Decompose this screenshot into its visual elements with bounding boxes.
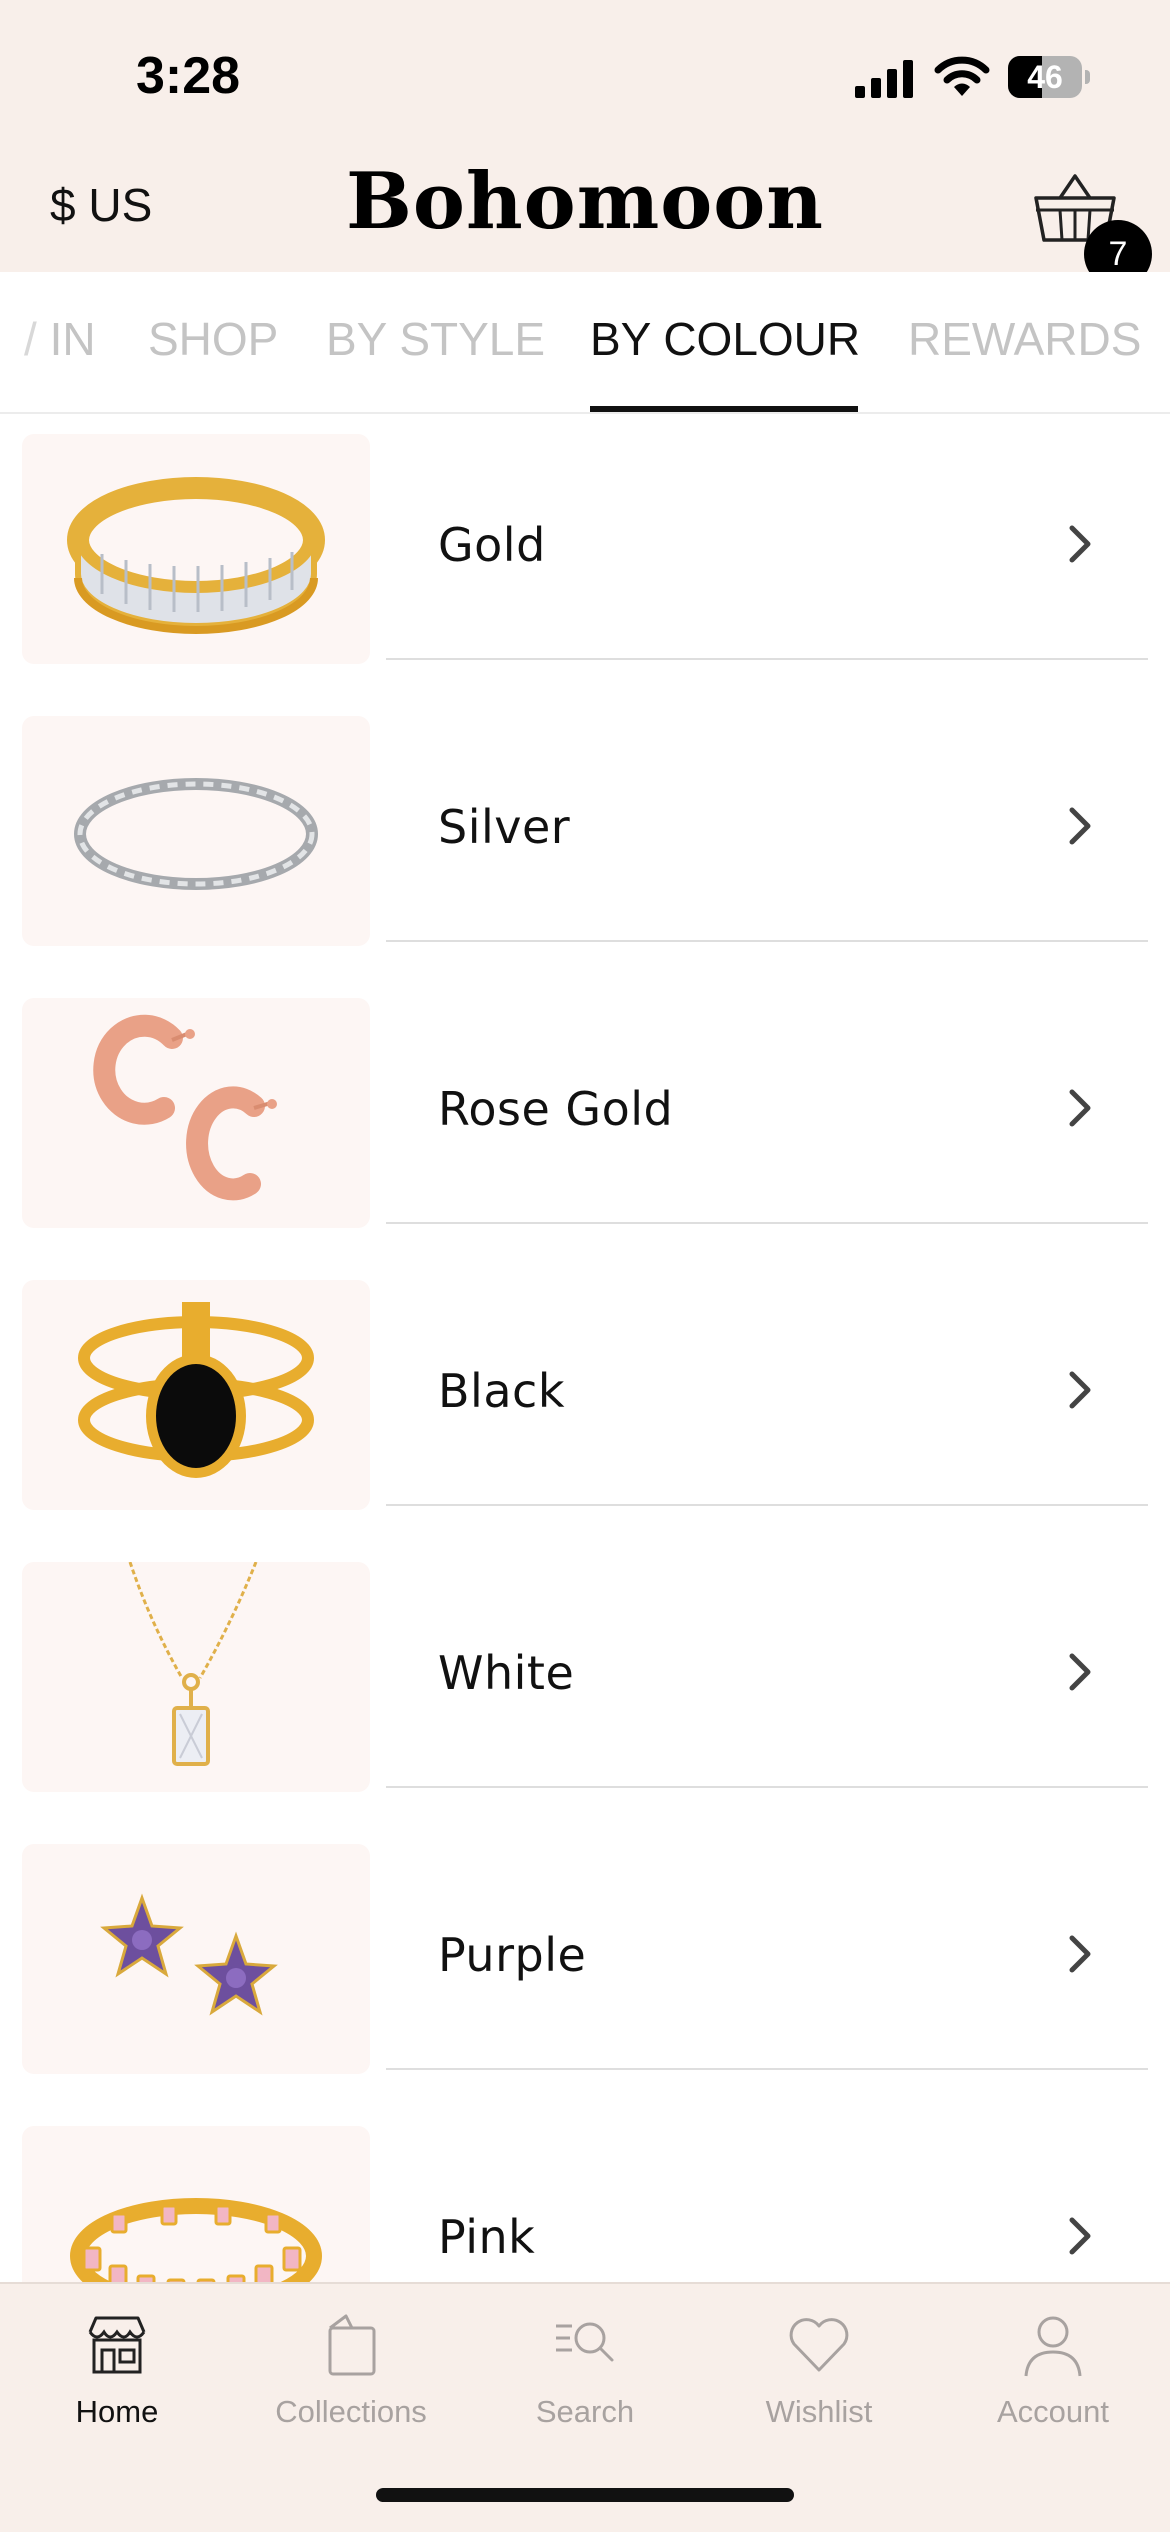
chevron-right-icon xyxy=(1069,2217,1091,2255)
divider xyxy=(386,940,1148,942)
silver-bangle-thumbnail xyxy=(22,716,370,946)
pink-stone-ring-thumbnail xyxy=(22,2126,370,2282)
divider xyxy=(386,1222,1148,1224)
store-icon xyxy=(88,2316,146,2374)
rose-gold-hoops-thumbnail xyxy=(22,998,370,1228)
list-item-purple[interactable]: Purple xyxy=(0,1824,1170,2106)
list-item-pink[interactable]: Pink xyxy=(0,2106,1170,2282)
list-item-rose-gold[interactable]: Rose Gold xyxy=(0,978,1170,1260)
nav-home[interactable]: Home xyxy=(0,2284,234,2454)
nav-label: Collections xyxy=(275,2394,427,2429)
colour-label: White xyxy=(438,1646,575,1700)
colour-label: Black xyxy=(438,1364,565,1418)
cellular-signal-icon xyxy=(855,60,913,98)
chevron-right-icon xyxy=(1069,1371,1091,1409)
nav-wishlist[interactable]: Wishlist xyxy=(702,2284,936,2454)
colour-label: Purple xyxy=(438,1928,587,1982)
chevron-right-icon xyxy=(1069,1935,1091,1973)
divider xyxy=(386,2068,1148,2070)
battery-icon: 46 xyxy=(1008,56,1090,98)
chevron-right-icon xyxy=(1069,1089,1091,1127)
chevron-right-icon xyxy=(1069,807,1091,845)
nav-search[interactable]: Search xyxy=(468,2284,702,2454)
divider xyxy=(386,1786,1148,1788)
status-time: 3:28 xyxy=(136,47,241,105)
tab-by-style[interactable]: BY STYLE xyxy=(326,312,545,366)
home-indicator xyxy=(376,2488,794,2502)
search-icon xyxy=(556,2322,614,2362)
wifi-icon xyxy=(934,56,990,96)
list-item-black[interactable]: Black xyxy=(0,1260,1170,1542)
nav-collections[interactable]: Collections xyxy=(234,2284,468,2454)
tab-shop[interactable]: SHOP xyxy=(148,312,278,366)
nav-label: Home xyxy=(75,2394,159,2429)
battery-level: 46 xyxy=(1027,59,1063,95)
black-stone-ring-thumbnail xyxy=(22,1280,370,1510)
nav-label: Account xyxy=(996,2394,1109,2429)
brand-logo[interactable]: Bohomoon xyxy=(0,156,1170,247)
category-tabs: / IN SHOP BY STYLE BY COLOUR REWARDS xyxy=(0,272,1170,414)
colour-list: Gold Silver Rose Gold Black White Purple… xyxy=(0,414,1170,2282)
collections-icon xyxy=(328,2314,376,2376)
gold-ring-thumbnail xyxy=(22,434,370,664)
divider xyxy=(386,1504,1148,1506)
active-tab-indicator xyxy=(590,406,858,412)
purple-star-earrings-thumbnail xyxy=(22,1844,370,2074)
tab-by-colour[interactable]: BY COLOUR xyxy=(590,312,860,366)
cart-button[interactable]: 7 xyxy=(1030,170,1152,288)
nav-account[interactable]: Account xyxy=(936,2284,1170,2454)
tab-in[interactable]: / IN xyxy=(24,312,96,366)
status-bar: 3:28 46 xyxy=(0,0,1170,150)
heart-icon xyxy=(789,2318,849,2372)
divider xyxy=(386,658,1148,660)
list-item-gold[interactable]: Gold xyxy=(0,414,1170,696)
chevron-right-icon xyxy=(1069,525,1091,563)
account-icon xyxy=(1024,2316,1082,2377)
tab-rewards[interactable]: REWARDS xyxy=(908,312,1141,366)
colour-label: Silver xyxy=(438,800,571,854)
chevron-right-icon xyxy=(1069,1653,1091,1691)
list-item-white[interactable]: White xyxy=(0,1542,1170,1824)
list-item-silver[interactable]: Silver xyxy=(0,696,1170,978)
colour-label: Rose Gold xyxy=(438,1082,674,1136)
colour-label: Pink xyxy=(438,2210,536,2264)
white-pendant-necklace-thumbnail xyxy=(22,1562,370,1792)
nav-label: Wishlist xyxy=(765,2394,873,2429)
app-header: $ US Bohomoon 7 xyxy=(0,150,1170,288)
nav-label: Search xyxy=(535,2394,635,2429)
colour-label: Gold xyxy=(438,518,546,572)
